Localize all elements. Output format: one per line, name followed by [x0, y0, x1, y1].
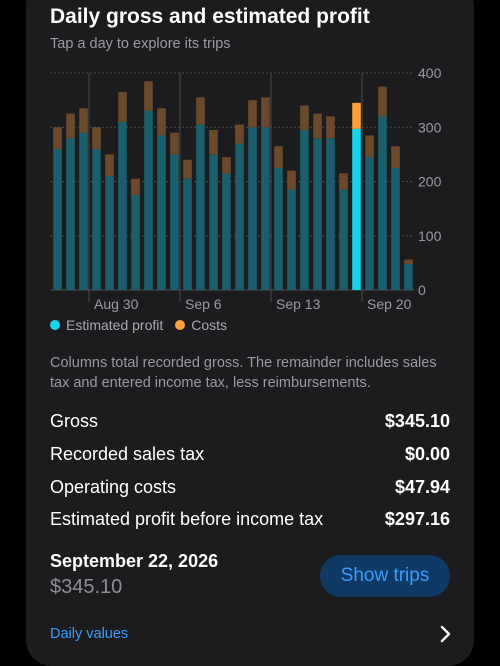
- profit-bar: [170, 154, 179, 290]
- chevron-right-icon[interactable]: [438, 625, 452, 643]
- profit-bar: [222, 173, 231, 290]
- costs-bar: [92, 127, 101, 149]
- profit-bar: [53, 148, 62, 290]
- x-tick-label: Sep 6: [185, 296, 222, 312]
- profit-bar: [287, 189, 296, 290]
- costs-bar: [170, 132, 179, 155]
- daily-values-link[interactable]: Daily values: [50, 626, 128, 642]
- costs-bar: [131, 178, 140, 196]
- profit-bar: [339, 189, 348, 290]
- costs-bar: [118, 91, 127, 122]
- profit-bar: [326, 138, 335, 290]
- costs-bar: [144, 81, 153, 111]
- x-tick-label: Aug 30: [94, 296, 139, 312]
- profit-bar: [300, 129, 309, 290]
- breakdown-label: Operating costs: [50, 477, 177, 497]
- costs-bar: [339, 173, 348, 190]
- profit-bar: [183, 178, 192, 290]
- costs-bar: [79, 108, 88, 133]
- profit-bar: [144, 110, 153, 290]
- costs-bar: [313, 113, 322, 139]
- profit-bar: [274, 167, 283, 290]
- profit-bar: [352, 128, 361, 290]
- costs-bar: [404, 259, 413, 264]
- costs-bar: [222, 157, 231, 174]
- breakdown-value: $345.10: [384, 411, 450, 431]
- costs-bar: [183, 159, 192, 179]
- show-trips-button[interactable]: Show trips: [320, 555, 450, 597]
- profit-bar: [248, 127, 257, 290]
- profit-bar: [131, 195, 140, 290]
- profit-bar: [157, 135, 166, 290]
- costs-bar: [326, 116, 335, 139]
- costs-bar: [105, 154, 114, 177]
- chart-legend: Estimated profit Costs: [50, 317, 239, 333]
- costs-bar: [365, 135, 374, 158]
- costs-bar: [274, 146, 283, 168]
- legend-costs-dot: [175, 320, 186, 330]
- profit-bar: [92, 148, 101, 290]
- profit-bar: [235, 143, 244, 290]
- breakdown-value: $297.16: [384, 509, 450, 529]
- costs-bar: [66, 113, 75, 139]
- costs-bar: [53, 127, 62, 149]
- y-tick-label: 300: [418, 119, 442, 135]
- breakdown-label: Recorded sales tax: [50, 444, 205, 464]
- legend-costs-label: Costs: [191, 317, 228, 333]
- selected-date-amount: $345.10: [50, 576, 123, 598]
- profit-bar: [378, 116, 387, 291]
- costs-bar: [248, 100, 257, 128]
- profit-bar: [261, 127, 270, 290]
- costs-bar: [352, 102, 361, 129]
- legend-profit-label: Estimated profit: [66, 317, 164, 333]
- profit-bar: [209, 154, 218, 290]
- costs-bar: [196, 97, 205, 125]
- costs-bar: [300, 105, 309, 130]
- legend-item-profit: Estimated profit: [50, 317, 163, 333]
- selected-date: September 22, 2026: [50, 551, 219, 571]
- profit-bar: [365, 157, 374, 290]
- y-tick-label: 0: [418, 282, 426, 298]
- legend-item-costs: Costs: [175, 317, 227, 333]
- profit-bar: [313, 138, 322, 290]
- breakdown-label: Gross: [50, 411, 99, 431]
- y-tick-label: 100: [418, 228, 442, 244]
- profit-bar: [196, 124, 205, 290]
- profit-bar: [391, 167, 400, 290]
- breakdown-row-sales-tax: Recorded sales tax $0.00: [50, 444, 450, 465]
- breakdown-row-estimated-profit: Estimated profit before income tax $297.…: [50, 509, 450, 530]
- profit-bar: [404, 263, 413, 290]
- profit-bar: [66, 138, 75, 290]
- costs-bar: [287, 170, 296, 190]
- chart-note: Columns total recorded gross. The remain…: [50, 355, 437, 391]
- breakdown-value: $47.94: [394, 477, 450, 497]
- x-tick-label: Sep 20: [367, 296, 412, 312]
- legend-profit-dot: [50, 320, 60, 330]
- breakdown-value: $0.00: [404, 444, 450, 464]
- breakdown-row-operating-costs: Operating costs $47.94: [50, 477, 450, 498]
- breakdown-label: Estimated profit before income tax: [50, 509, 324, 529]
- y-tick-label: 200: [418, 174, 442, 190]
- costs-bar: [261, 97, 270, 128]
- daily-gross-chart[interactable]: 400 300 200 100 0 Aug 30 Sep 6 Sep 13 Sep 20: [0, 0, 500, 320]
- profit-bar: [105, 176, 114, 290]
- x-tick-label: Sep 13: [276, 296, 321, 312]
- costs-bar: [378, 86, 387, 117]
- y-tick-label: 400: [418, 65, 442, 81]
- breakdown-row-gross: Gross $345.10: [50, 411, 450, 432]
- profit-bar: [118, 121, 127, 290]
- costs-bar: [235, 124, 244, 144]
- costs-bar: [391, 146, 400, 168]
- costs-bar: [209, 129, 218, 155]
- profit-bar: [79, 132, 88, 290]
- costs-bar: [157, 108, 166, 136]
